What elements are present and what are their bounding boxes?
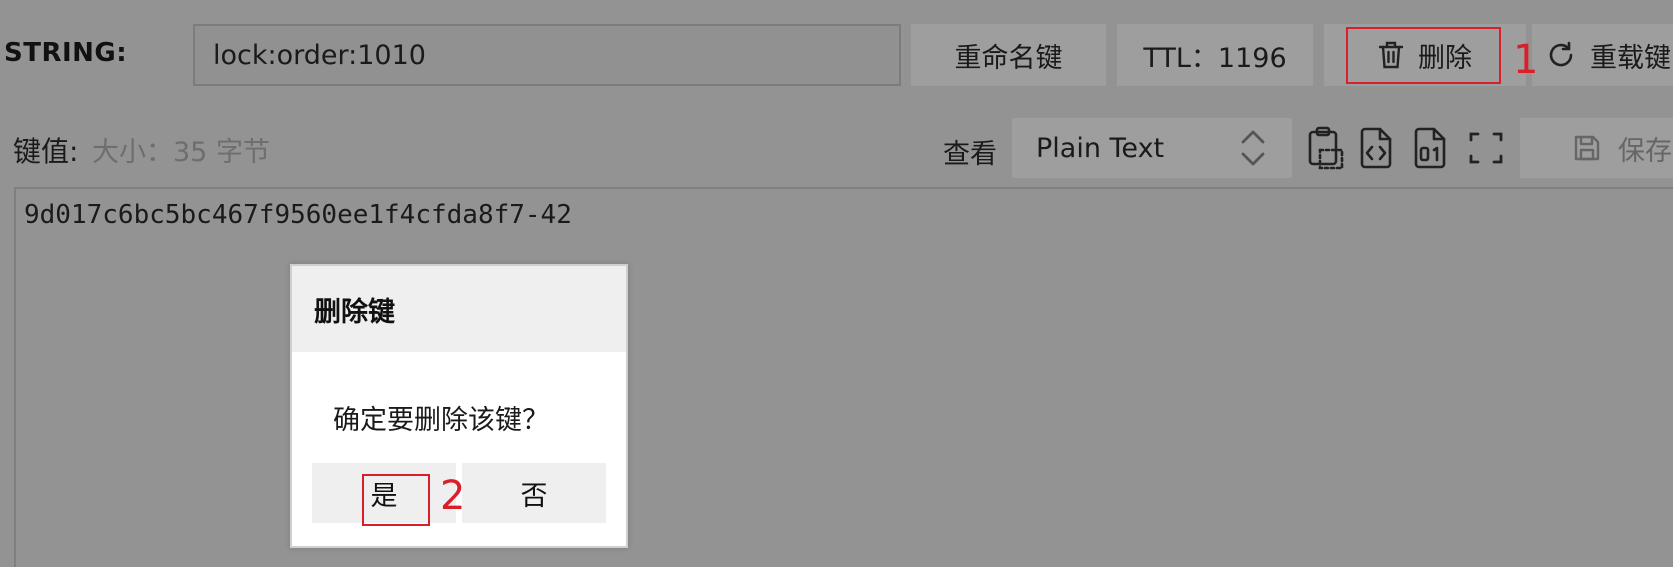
annotation-step-1: 1 <box>1513 37 1539 83</box>
view-label: 查看 <box>943 139 997 170</box>
select-arrows-icon[interactable] <box>1236 126 1270 170</box>
confirm-no-label: 否 <box>520 480 548 512</box>
value-content: 9d017c6bc5bc467f9560ee1f4cfda8f7-42 <box>24 200 572 230</box>
dialog-title-text: 删除键 <box>314 296 395 328</box>
save-button[interactable]: 保存 <box>1520 118 1673 178</box>
save-label: 保存 <box>1618 135 1672 167</box>
reload-key-button[interactable]: 重载键 <box>1532 24 1673 86</box>
ttl-label: TTL：1196 <box>1143 42 1287 74</box>
value-label: 键值: <box>13 135 79 168</box>
key-name-value: lock:order:1010 <box>213 39 426 71</box>
rename-key-button[interactable]: 重命名键 <box>911 24 1106 86</box>
confirm-no-button[interactable]: 否 <box>462 463 606 523</box>
dialog-title: 删除键 <box>292 266 626 352</box>
key-type-label: STRING: <box>4 38 128 68</box>
rename-key-label: 重命名键 <box>954 42 1063 74</box>
copy-icon[interactable] <box>1306 126 1346 170</box>
value-size-info: 大小：35 字节 <box>92 137 270 168</box>
annotation-box-yes <box>362 474 430 526</box>
view-format-value: Plain Text <box>1036 132 1165 164</box>
expand-icon[interactable] <box>1466 126 1506 170</box>
binary-file-icon[interactable] <box>1410 126 1450 170</box>
annotation-step-2: 2 <box>440 473 466 519</box>
reload-key-label: 重载键 <box>1590 42 1671 74</box>
reload-icon <box>1546 40 1576 70</box>
key-name-input[interactable]: lock:order:1010 <box>193 24 901 86</box>
dialog-message: 确定要删除该键？ <box>333 405 549 436</box>
value-editor[interactable] <box>14 187 1673 567</box>
code-file-icon[interactable] <box>1356 126 1396 170</box>
ttl-button[interactable]: TTL：1196 <box>1117 24 1313 86</box>
annotation-box-delete <box>1346 27 1501 84</box>
save-icon <box>1572 133 1602 163</box>
